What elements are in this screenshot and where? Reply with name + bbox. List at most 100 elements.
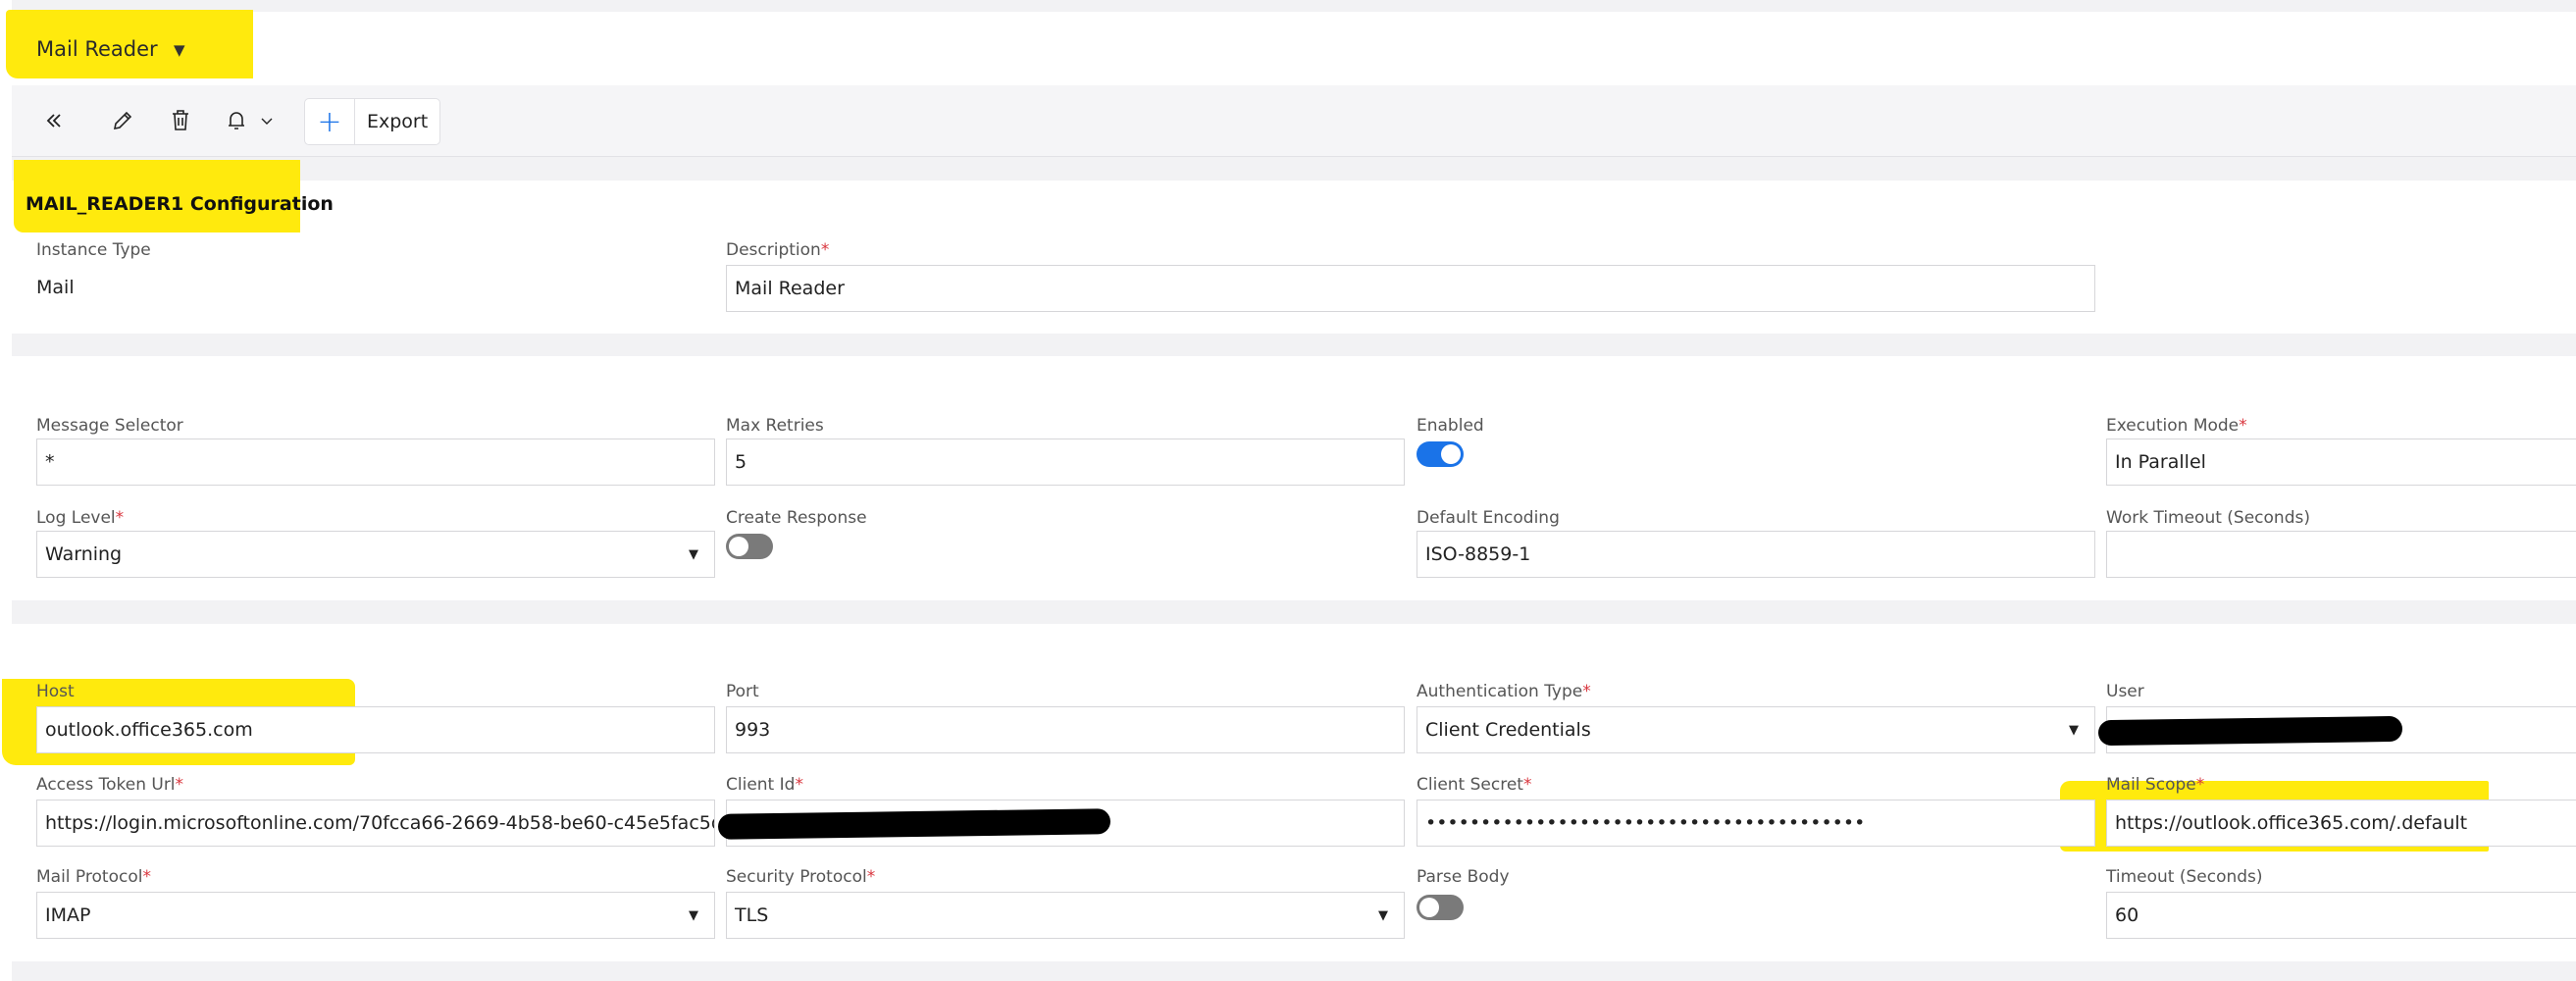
message-selector-input[interactable]: * (36, 439, 715, 486)
create-response-toggle[interactable] (726, 534, 773, 559)
toggle-knob (729, 537, 748, 556)
required-marker: * (142, 867, 151, 887)
timeout-value: 60 (2115, 904, 2139, 926)
instance-type-value: Mail (36, 277, 75, 298)
caret-down-icon[interactable]: ▼ (689, 908, 698, 923)
description-label: Description* (726, 240, 829, 260)
execution-mode-label: Execution Mode* (2106, 416, 2247, 436)
timeout-label-text: Timeout (Seconds) (2106, 867, 2263, 887)
caret-down-icon[interactable]: ▼ (174, 41, 185, 59)
client-secret-value: •••••••••••••••••••••••••••••••••••••••• (1425, 812, 1866, 834)
required-marker: * (175, 775, 184, 795)
description-input[interactable]: Mail Reader (726, 265, 2095, 312)
caret-down-icon[interactable]: ▼ (1378, 908, 1388, 923)
max-retries-label: Max Retries (726, 416, 824, 436)
plus-icon[interactable]: + (305, 99, 355, 144)
toggle-knob (1419, 898, 1439, 917)
section-divider (12, 600, 2576, 624)
required-marker: * (1582, 682, 1591, 701)
security-protocol-select[interactable]: TLS ▼ (726, 892, 1405, 939)
enabled-label-text: Enabled (1417, 416, 1484, 436)
instance-type-label: Instance Type (36, 240, 151, 260)
description-label-text: Description (726, 240, 821, 260)
message-selector-label: Message Selector (36, 416, 183, 436)
enabled-label: Enabled (1417, 416, 1484, 436)
security-protocol-label-text: Security Protocol (726, 867, 867, 887)
auth-type-select[interactable]: Client Credentials ▼ (1417, 706, 2095, 753)
mail-protocol-select[interactable]: IMAP ▼ (36, 892, 715, 939)
chevron-down-icon[interactable] (255, 85, 279, 156)
access-token-url-label: Access Token Url* (36, 775, 183, 795)
toolbar: + Export (12, 85, 2576, 157)
max-retries-label-text: Max Retries (726, 416, 824, 436)
required-marker: * (1522, 775, 1532, 795)
caret-down-icon[interactable]: ▼ (689, 547, 698, 562)
work-timeout-label: Work Timeout (Seconds) (2106, 508, 2310, 528)
log-level-label-text: Log Level (36, 508, 116, 528)
auth-type-label-text: Authentication Type (1417, 682, 1583, 701)
log-level-select[interactable]: Warning ▼ (36, 531, 715, 578)
mail-protocol-label: Mail Protocol* (36, 867, 151, 887)
port-input[interactable]: 993 (726, 706, 1405, 753)
action-button-group: + Export (304, 98, 441, 145)
port-value: 993 (735, 719, 771, 741)
execution-mode-label-text: Execution Mode (2106, 416, 2240, 436)
host-input[interactable]: outlook.office365.com (36, 706, 715, 753)
default-encoding-label: Default Encoding (1417, 508, 1560, 528)
required-marker: * (2239, 416, 2247, 436)
client-id-label: Client Id* (726, 775, 803, 795)
host-value: outlook.office365.com (45, 719, 253, 741)
access-token-url-input[interactable]: https://login.microsoftonline.com/70fcca… (36, 800, 715, 847)
mail-scope-value: https://outlook.office365.com/.default (2115, 812, 2468, 834)
max-retries-input[interactable]: 5 (726, 439, 1405, 486)
log-level-label: Log Level* (36, 508, 124, 528)
mail-scope-label-text: Mail Scope (2106, 775, 2196, 795)
user-label: User (2106, 682, 2144, 701)
auth-type-label: Authentication Type* (1417, 682, 1591, 701)
security-protocol-value: TLS (735, 904, 769, 926)
parse-body-label: Parse Body (1417, 867, 1510, 887)
page-title[interactable]: Mail Reader (36, 37, 158, 61)
pencil-icon[interactable] (108, 85, 137, 156)
log-level-value: Warning (45, 543, 123, 565)
work-timeout-input[interactable] (2106, 531, 2576, 578)
section-title: MAIL_READER1 Configuration (26, 193, 334, 215)
create-response-label: Create Response (726, 508, 867, 528)
default-encoding-input[interactable]: ISO-8859-1 (1417, 531, 2095, 578)
default-encoding-label-text: Default Encoding (1417, 508, 1560, 528)
redaction-mark (2097, 715, 2403, 747)
client-id-label-text: Client Id (726, 775, 796, 795)
timeout-input[interactable]: 60 (2106, 892, 2576, 939)
enabled-toggle[interactable] (1417, 441, 1464, 467)
caret-down-icon[interactable]: ▼ (2069, 723, 2079, 738)
execution-mode-input[interactable]: In Parallel (2106, 439, 2576, 486)
required-marker: * (2195, 775, 2205, 795)
mail-protocol-value: IMAP (45, 904, 91, 926)
export-button[interactable]: Export (355, 99, 439, 144)
mail-protocol-label-text: Mail Protocol (36, 867, 143, 887)
double-chevron-left-icon[interactable] (39, 85, 69, 156)
port-label: Port (726, 682, 759, 701)
required-marker: * (115, 508, 125, 528)
default-encoding-value: ISO-8859-1 (1425, 543, 1531, 565)
section-divider (12, 157, 2576, 181)
auth-type-value: Client Credentials (1425, 719, 1591, 741)
page-header (12, 12, 2576, 86)
message-selector-value: * (45, 451, 55, 473)
port-label-text: Port (726, 682, 759, 701)
required-marker: * (820, 240, 830, 260)
client-secret-label: Client Secret* (1417, 775, 1531, 795)
section-divider (12, 961, 2576, 981)
timeout-label: Timeout (Seconds) (2106, 867, 2263, 887)
parse-body-toggle[interactable] (1417, 895, 1464, 920)
toggle-knob (1441, 444, 1461, 464)
bell-icon[interactable] (222, 85, 251, 156)
create-response-label-text: Create Response (726, 508, 867, 528)
host-label: Host (36, 682, 75, 701)
mail-scope-input[interactable]: https://outlook.office365.com/.default (2106, 800, 2576, 847)
section-divider (12, 334, 2576, 356)
execution-mode-value: In Parallel (2115, 451, 2206, 473)
client-secret-input[interactable]: •••••••••••••••••••••••••••••••••••••••• (1417, 800, 2095, 847)
parse-body-label-text: Parse Body (1417, 867, 1510, 887)
trash-icon[interactable] (166, 85, 195, 156)
